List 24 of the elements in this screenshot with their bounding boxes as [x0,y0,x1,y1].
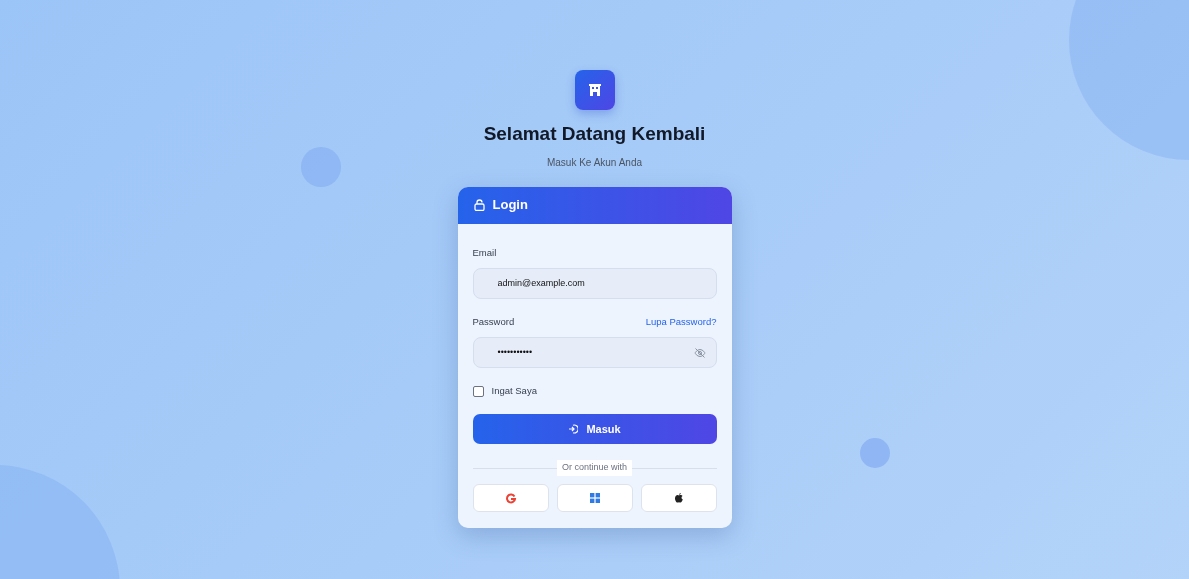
page-title: Selamat Datang Kembali [483,122,706,146]
divider-text: Or continue with [557,460,632,476]
building-icon [587,83,602,97]
decorative-circle [860,438,890,468]
page-subtitle: Masuk Ke Akun Anda [546,155,643,170]
submit-button[interactable]: Masuk [472,414,717,445]
remember-checkbox[interactable] [472,385,484,397]
forgot-password-link[interactable]: Lupa Password? [645,314,717,329]
card-title: Login [492,196,528,215]
social-login-button[interactable] [640,483,717,512]
sign-in-icon [568,424,579,435]
remember-label: Ingat Saya [491,384,537,398]
field-label: Password [472,314,515,329]
field-label: Email [472,245,498,260]
password-field[interactable]: ••••••••••• [472,337,717,368]
apple-logo-icon [672,491,685,504]
g-letter-icon [504,491,517,504]
password-value: ••••••••••• [497,345,534,359]
email-field[interactable]: admin@example.com [472,267,717,299]
social-login-button[interactable] [556,483,633,512]
social-login-button[interactable] [472,483,549,512]
lock-icon [473,199,485,211]
windows-logo-icon [588,491,601,504]
eye-slash-icon[interactable] [693,346,706,359]
